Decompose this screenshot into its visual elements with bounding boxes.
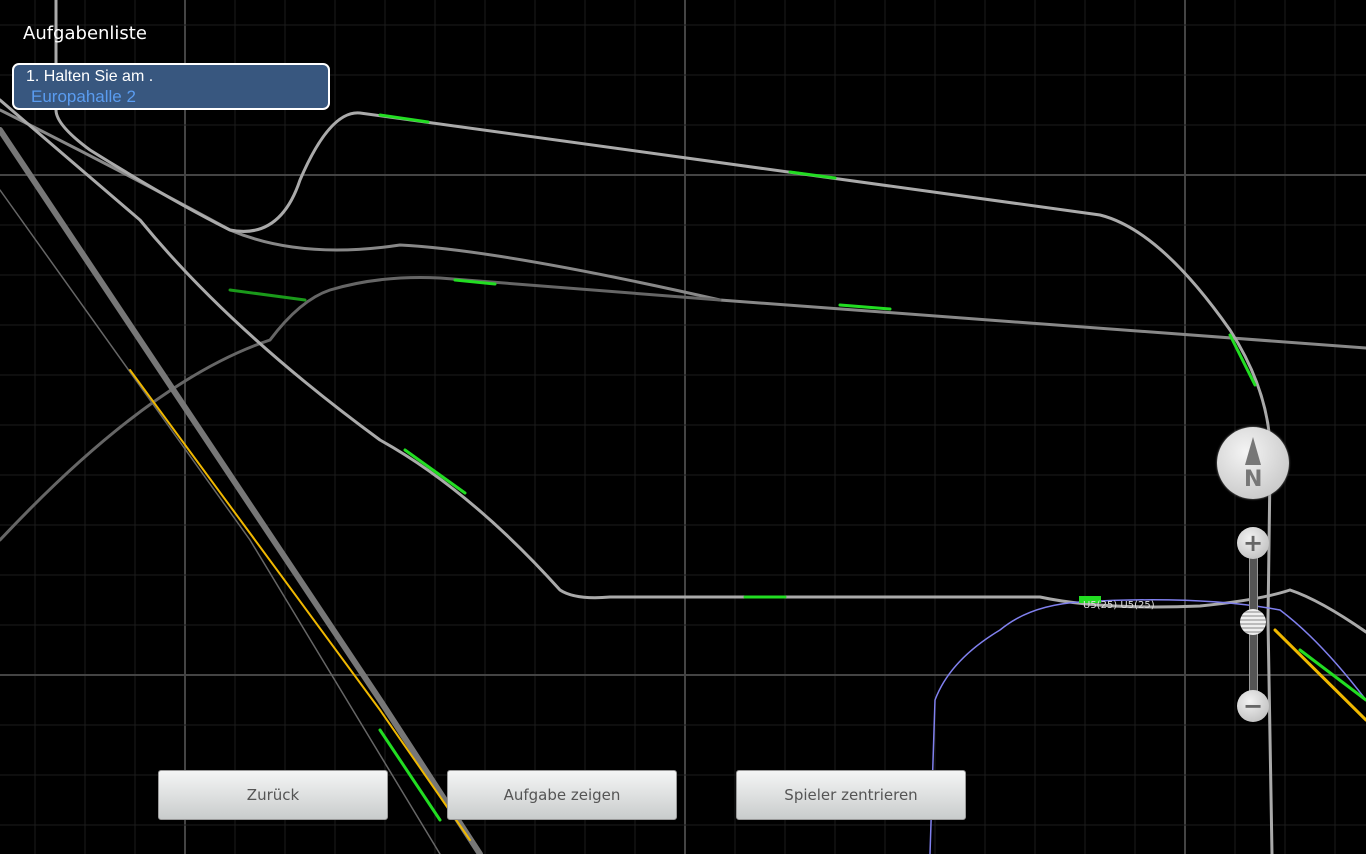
compass-label: N xyxy=(1244,467,1263,492)
task-item[interactable]: 1. Halten Sie am . Europahalle 2 xyxy=(12,63,330,110)
track xyxy=(0,98,1366,634)
signal-green xyxy=(378,113,430,124)
train-label: U5(25) xyxy=(1083,600,1118,611)
rail-tracks xyxy=(0,0,1366,854)
zoom-in-button[interactable]: + xyxy=(1237,527,1269,559)
task-list-title: Aufgabenliste xyxy=(23,23,147,44)
track xyxy=(0,276,722,542)
zoom-slider-thumb[interactable] xyxy=(1240,609,1266,635)
map-grid xyxy=(0,0,1366,854)
task-text: 1. Halten Sie am . xyxy=(26,68,154,85)
route-blue xyxy=(929,599,1366,854)
signal-green xyxy=(228,288,307,302)
zoom-out-button[interactable]: − xyxy=(1237,690,1269,722)
track xyxy=(0,189,441,854)
compass-button[interactable]: N xyxy=(1217,427,1289,499)
track xyxy=(54,0,1274,854)
train-label: U5(25) xyxy=(1120,600,1155,611)
track xyxy=(0,108,1366,350)
task-station: Europahalle 2 xyxy=(31,87,136,106)
track xyxy=(0,127,483,854)
train-labels: U5(25) U5(25) xyxy=(1083,600,1155,611)
center-player-button[interactable]: Spieler zentrieren xyxy=(736,770,966,820)
rail-map[interactable] xyxy=(0,0,1366,854)
show-task-button[interactable]: Aufgabe zeigen xyxy=(447,770,677,820)
signal-green xyxy=(1228,333,1257,387)
back-button[interactable]: Zurück xyxy=(158,770,388,820)
